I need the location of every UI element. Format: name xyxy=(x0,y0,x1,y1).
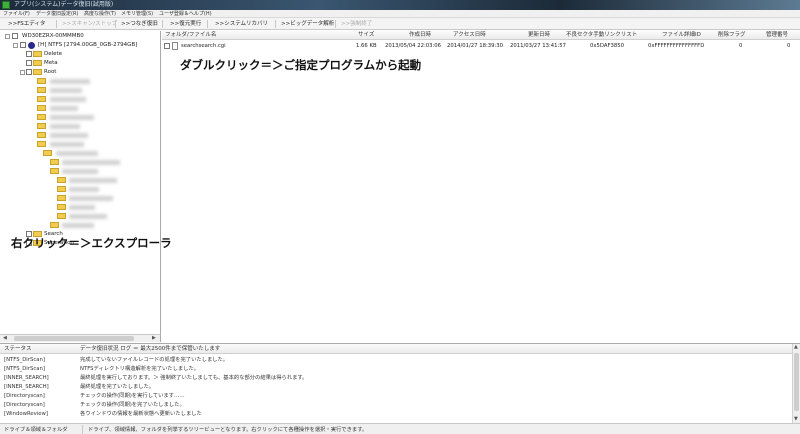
menu-advanced[interactable]: 高度な操作(T) xyxy=(84,10,116,18)
scroll-up-arrow-icon[interactable]: ▲ xyxy=(794,344,798,351)
right-click-annotation: 右クリック＝＞エクスプローラ xyxy=(11,236,172,250)
collapse-icon[interactable] xyxy=(13,43,18,48)
log-status: [NTFS_DirScan] xyxy=(4,366,45,372)
toolbar: >>FSエディタ >>スキャン/ストップ >>つなぎ復旧 >>復元実行 >>シス… xyxy=(0,18,800,30)
log-vertical-scrollbar[interactable]: ▲ ▼ xyxy=(792,344,800,424)
scan-stop-button[interactable]: >>スキャン/ストップ xyxy=(62,20,117,28)
log-message: 完成していないファイルレコードの処理を完了いたしました。 xyxy=(80,357,229,363)
tree-drive-node[interactable]: WD30EZRX-00MMMB0 xyxy=(0,32,160,41)
folder-icon xyxy=(33,51,42,57)
menu-help[interactable]: ユーザ登録＆ヘルプ(H) xyxy=(159,10,212,18)
scroll-thumb[interactable] xyxy=(794,353,799,411)
folder-label: Root xyxy=(44,69,57,75)
log-row[interactable]: [NTFS_DirScan] 完成していないファイルレコードの処理を完了いたしま… xyxy=(0,356,792,365)
col-file-id[interactable]: ファイル詳細ID xyxy=(662,31,701,40)
checkbox[interactable] xyxy=(26,69,32,75)
log-row[interactable]: [WindowReview] 各ウインドウの情報を最新状態へ更新いたしました xyxy=(0,410,792,419)
disk-icon xyxy=(28,42,35,49)
cell-accessed: 2014/01/27 18:39:30 xyxy=(447,43,504,49)
status-left: ドライブ＆領域＆フォルダ xyxy=(4,427,68,433)
cell-name: searchsearch.cgi xyxy=(181,43,226,49)
folder-tree-pane[interactable]: WD30EZRX-00MMMB0 [H] NTFS [2794.00GB_0GB… xyxy=(0,31,161,334)
checkbox[interactable] xyxy=(26,51,32,57)
log-message: 各ウインドウの情報を最新状態へ更新いたしました xyxy=(80,411,202,417)
col-modified[interactable]: 更新日時 xyxy=(528,31,550,40)
log-status: [Directoryscan] xyxy=(4,393,45,399)
checkbox[interactable] xyxy=(26,60,32,66)
force-quit-button[interactable]: >>強制終了 xyxy=(341,20,372,28)
status-bar: ドライブ＆領域＆フォルダ ドライブ、領域情報、フォルダを列挙するツリービューとな… xyxy=(0,423,800,434)
log-col-status[interactable]: ステータス xyxy=(4,345,32,353)
collapse-icon[interactable] xyxy=(5,34,10,39)
drive-label: WD30EZRX-00MMMB0 xyxy=(22,33,84,39)
menu-file[interactable]: ファイル(F) xyxy=(3,10,30,18)
cell-mgmt-no: 0 xyxy=(787,43,791,49)
folder-icon xyxy=(33,69,42,75)
cell-created: 2013/05/04 22:03:06 xyxy=(385,43,442,49)
menu-recovery-settings[interactable]: データ復旧設定(R) xyxy=(36,10,78,18)
app-icon xyxy=(2,1,10,9)
status-right: ドライブ、領域情報、フォルダを列挙するツリービューとなります。右クリックにて各種… xyxy=(88,427,368,433)
log-col-message[interactable]: データ復旧状況 ログ ＝ 最大2500件まで保管いたします xyxy=(80,345,220,353)
col-delete-flag[interactable]: 削除フラグ xyxy=(718,31,746,40)
bigdata-analysis-button[interactable]: >>ビッグデータ解析 xyxy=(281,20,334,28)
log-row[interactable]: [Directoryscan] チェックの操作(同期)を実行しています…… xyxy=(0,392,792,401)
checkbox[interactable] xyxy=(12,33,18,39)
col-created[interactable]: 作成日時 xyxy=(409,31,431,40)
tree-folder-root[interactable]: Root xyxy=(0,68,160,77)
file-icon xyxy=(172,42,178,50)
col-size[interactable]: サイズ xyxy=(358,31,374,40)
scroll-right-arrow-icon[interactable]: ▶ xyxy=(152,335,156,342)
join-recovery-button[interactable]: >>つなぎ復旧 xyxy=(121,20,158,28)
log-message: 最終処理を実行しております。＞ 強制終了いたしましても、基本的な部分の結果は得ら… xyxy=(80,375,308,381)
log-message: NTFSディレクトリ構造解析を完了いたしました。 xyxy=(80,366,200,372)
log-status: [Directoryscan] xyxy=(4,402,45,408)
restore-button[interactable]: >>復元実行 xyxy=(170,20,201,28)
log-status: [INNER_SEARCH] xyxy=(4,384,49,390)
log-row[interactable]: [Directoryscan] チェックの操作(同期)を完了いたしました。 xyxy=(0,401,792,410)
menu-memory[interactable]: メモリ管理(S) xyxy=(121,10,153,18)
double-click-annotation: ダブルクリック＝＞ご指定プログラムから起動 xyxy=(180,58,422,72)
log-message: チェックの操作(同期)を完了いたしました。 xyxy=(80,402,185,408)
window-title: アプリ(システム)データ復旧(試用版) xyxy=(14,1,114,8)
col-badsector[interactable]: 不良セクタ手動リンクリスト xyxy=(566,31,637,40)
col-name[interactable]: フォルダ/ファイル名 xyxy=(165,31,216,40)
menu-bar: ファイル(F) データ復旧設定(R) 高度な操作(T) メモリ管理(S) ユーザ… xyxy=(0,10,800,18)
collapse-icon[interactable] xyxy=(20,70,25,75)
log-message: チェックの操作(同期)を実行しています…… xyxy=(80,393,185,399)
system-recovery-button[interactable]: >>システムリカバリ xyxy=(215,20,268,28)
cell-modified: 2011/03/27 13:41:57 xyxy=(510,43,567,49)
log-message: 最終処理を完了いたしました。 xyxy=(80,384,155,390)
fs-editor-button[interactable]: >>FSエディタ xyxy=(8,20,45,28)
col-accessed[interactable]: アクセス日時 xyxy=(453,31,486,40)
scroll-thumb[interactable] xyxy=(14,336,134,341)
tree-folder-delete[interactable]: Delete xyxy=(0,50,160,59)
log-status: [WindowReview] xyxy=(4,411,48,417)
log-header: ステータス データ復旧状況 ログ ＝ 最大2500件まで保管いたします xyxy=(0,344,792,354)
log-status: [INNER_SEARCH] xyxy=(4,375,49,381)
cell-size: 1.66 KB xyxy=(356,43,377,49)
tree-horizontal-scrollbar[interactable]: ◀ ▶ xyxy=(0,334,161,342)
log-row[interactable]: [NTFS_DirScan] NTFSディレクトリ構造解析を完了いたしました。 xyxy=(0,365,792,374)
scroll-left-arrow-icon[interactable]: ◀ xyxy=(3,335,7,342)
checkbox[interactable] xyxy=(20,42,26,48)
tree-partition-node[interactable]: [H] NTFS [2794.00GB_0GB-2794GB] xyxy=(0,41,160,50)
checkbox[interactable] xyxy=(164,43,170,49)
file-list-pane[interactable]: フォルダ/ファイル名 サイズ 作成日時 アクセス日時 更新日時 不良セクタ手動リ… xyxy=(162,31,800,342)
log-row[interactable]: [INNER_SEARCH] 最終処理を実行しております。＞ 強制終了いたしまし… xyxy=(0,374,792,383)
cell-delete-flag: 0 xyxy=(739,43,743,49)
log-row[interactable]: [INNER_SEARCH] 最終処理を完了いたしました。 xyxy=(0,383,792,392)
folder-label: Delete xyxy=(44,51,63,57)
col-mgmt-no[interactable]: 管理番号 xyxy=(766,31,788,40)
folder-label: Meta xyxy=(44,60,58,66)
log-pane[interactable]: ステータス データ復旧状況 ログ ＝ 最大2500件まで保管いたします [NTF… xyxy=(0,343,800,424)
scroll-down-arrow-icon[interactable]: ▼ xyxy=(794,416,798,423)
cell-file-id: 0xFFFFFFFFFFFFFFFD xyxy=(648,43,705,49)
partition-label: [H] NTFS [2794.00GB_0GB-2794GB] xyxy=(38,42,138,48)
title-bar: アプリ(システム)データ復旧(試用版) xyxy=(0,0,800,10)
log-status: [NTFS_DirScan] xyxy=(4,357,45,363)
folder-icon xyxy=(33,60,42,66)
cell-badsector: 0x5DAF3850 xyxy=(590,43,625,49)
tree-folder-meta[interactable]: Meta xyxy=(0,59,160,68)
